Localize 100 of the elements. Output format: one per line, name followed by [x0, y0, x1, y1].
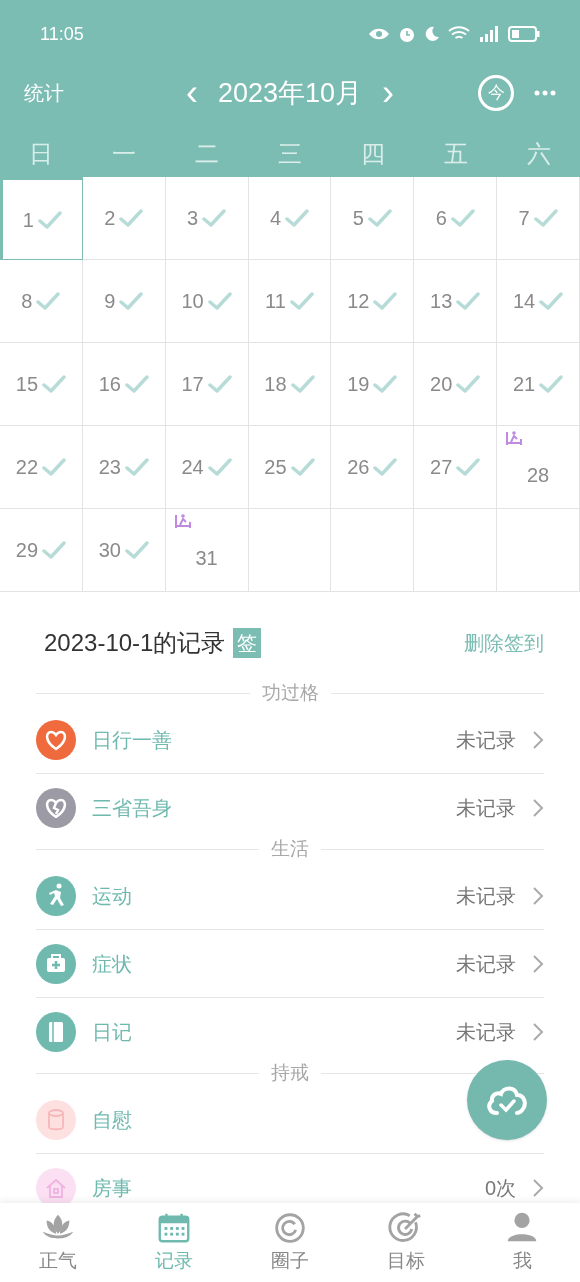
- checkmark-icon: [119, 208, 144, 228]
- checkmark-icon: [124, 540, 149, 560]
- calendar-day[interactable]: 12: [331, 260, 415, 343]
- status-time: 11:05: [40, 22, 84, 46]
- checkmark-icon: [38, 209, 62, 230]
- checkmark-icon: [202, 208, 227, 228]
- nav-tab[interactable]: 记录: [116, 1203, 232, 1282]
- section-title: 生活: [270, 836, 310, 861]
- checkmark-icon: [456, 457, 481, 477]
- calendar-day[interactable]: 4: [248, 177, 332, 260]
- section-title: 持戒: [270, 1060, 310, 1085]
- calendar-day[interactable]: 21: [497, 343, 580, 426]
- calendar-day[interactable]: 22: [0, 426, 83, 509]
- checkmark-icon: [373, 374, 398, 394]
- checkmark-icon: [539, 374, 564, 394]
- item-label[interactable]: 运动: [92, 880, 132, 911]
- calendar-day[interactable]: 30: [82, 509, 166, 592]
- chevron-icon: [532, 1178, 544, 1198]
- item-value: 未记录: [456, 1020, 516, 1045]
- checkmark-icon: [207, 291, 232, 311]
- item-value: 未记录: [456, 951, 516, 977]
- checkmark-icon: [207, 457, 232, 477]
- weekday-label: 一: [111, 138, 138, 169]
- item-label[interactable]: 自慰: [92, 1104, 132, 1135]
- calendar-day[interactable]: 17: [165, 343, 249, 426]
- checkmark-icon: [450, 208, 475, 228]
- month-title: 2023年10月: [217, 76, 363, 110]
- item-label[interactable]: 症状: [92, 948, 132, 979]
- item-value: 未记录: [456, 883, 516, 909]
- checkmark-icon: [373, 291, 398, 311]
- calendar-day[interactable]: 23: [82, 426, 166, 509]
- calendar-day[interactable]: 27: [414, 426, 498, 509]
- stats-link[interactable]: 统计: [24, 78, 144, 108]
- checkmark-icon: [207, 374, 232, 394]
- section-title: 功过格: [260, 680, 320, 705]
- calendar-day[interactable]: 13: [414, 260, 498, 343]
- signal-icon: [478, 26, 500, 42]
- calendar-day[interactable]: 9: [82, 260, 166, 343]
- weekday-label: 五: [442, 138, 469, 169]
- calendar-day[interactable]: 25: [248, 426, 332, 509]
- next-month-button[interactable]: ›: [382, 75, 395, 111]
- record-title: 2023-10-1的记录: [44, 628, 226, 658]
- moon-icon: [424, 26, 440, 42]
- checkmark-icon: [456, 374, 481, 394]
- checkmark-icon: [367, 208, 392, 228]
- chevron-icon: [532, 798, 544, 818]
- checkmark-icon: [42, 457, 67, 477]
- weekday-label: 四: [359, 138, 386, 169]
- alarm-icon: [398, 25, 416, 43]
- chevron-icon: [532, 953, 544, 974]
- chevron-icon: [532, 729, 544, 750]
- calendar-day[interactable]: 14: [497, 260, 580, 343]
- checkmark-icon: [42, 374, 67, 394]
- checkmark-icon: [289, 291, 314, 311]
- checkmark-icon: [119, 291, 144, 311]
- calendar-day[interactable]: 10: [165, 260, 249, 343]
- checkmark-icon: [373, 457, 398, 477]
- calendar-day[interactable]: 16: [82, 343, 166, 426]
- weekday-label: 三: [277, 138, 303, 169]
- calendar-day[interactable]: 11: [248, 260, 332, 343]
- nav-tab[interactable]: 圈子: [232, 1203, 348, 1282]
- calendar-day[interactable]: 8: [0, 260, 83, 343]
- calendar-day[interactable]: 6: [414, 177, 498, 260]
- nav-tab[interactable]: 我: [464, 1203, 580, 1282]
- calendar-day[interactable]: 26: [331, 426, 415, 509]
- today-button[interactable]: 今: [478, 75, 514, 111]
- sign-badge: 签: [233, 628, 262, 658]
- wifi-icon: [448, 26, 470, 42]
- checkmark-icon: [456, 291, 481, 311]
- calendar-day[interactable]: 18: [248, 343, 332, 426]
- calendar-day[interactable]: 2: [82, 177, 166, 260]
- calendar-day[interactable]: 5: [331, 177, 415, 260]
- delete-checkin-link[interactable]: 删除签到: [464, 628, 544, 658]
- item-label[interactable]: 三省吾身: [92, 793, 172, 823]
- calendar-day[interactable]: 20: [414, 343, 498, 426]
- calendar-day[interactable]: 31: [165, 509, 249, 592]
- item-value: 0次: [484, 1176, 516, 1201]
- item-label[interactable]: 日行一善: [92, 724, 172, 755]
- calendar-day[interactable]: 28: [497, 426, 580, 509]
- previous-month-button[interactable]: ‹: [185, 75, 198, 111]
- calendar-day[interactable]: 1: [0, 177, 83, 260]
- calendar-day[interactable]: 15: [0, 343, 83, 426]
- calendar-day[interactable]: 24: [165, 426, 249, 509]
- calendar-day[interactable]: 7: [497, 177, 580, 260]
- item-label[interactable]: 房事: [92, 1173, 132, 1203]
- checkmark-icon: [285, 208, 310, 228]
- more-icon[interactable]: [534, 90, 556, 96]
- eye-icon: [368, 27, 390, 41]
- calendar-day[interactable]: 29: [0, 509, 83, 592]
- chevron-icon: [532, 1022, 544, 1042]
- weekday-label: 六: [525, 138, 552, 169]
- calendar-day[interactable]: 3: [165, 177, 249, 260]
- item-label[interactable]: 日记: [92, 1017, 132, 1047]
- nav-tab[interactable]: 目标: [348, 1203, 464, 1282]
- nav-tab[interactable]: 正气: [0, 1203, 116, 1282]
- calendar-day[interactable]: 19: [331, 343, 415, 426]
- weekday-label: 日: [28, 138, 55, 169]
- chevron-icon: [532, 885, 544, 906]
- battery-icon: [508, 26, 540, 42]
- checkmark-icon: [124, 457, 149, 477]
